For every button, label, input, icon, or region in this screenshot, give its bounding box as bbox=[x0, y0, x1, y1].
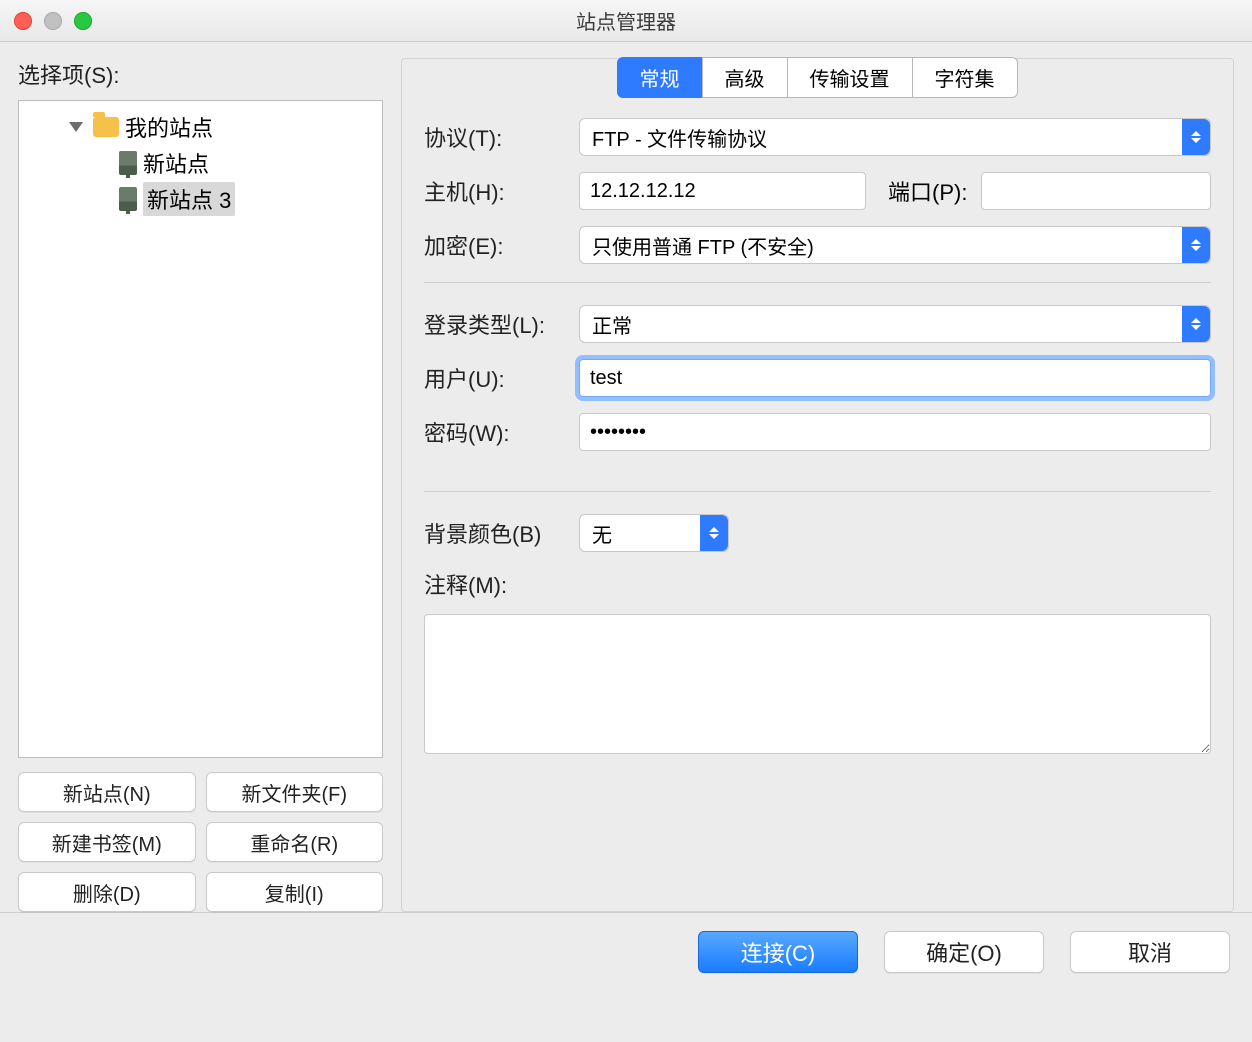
tab-advanced[interactable]: 高级 bbox=[702, 57, 788, 98]
tree-root[interactable]: 我的站点 bbox=[19, 109, 382, 145]
tree-item-label: 新站点 bbox=[143, 147, 209, 179]
new-folder-button[interactable]: 新文件夹(F) bbox=[206, 772, 384, 812]
port-label: 端口(P): bbox=[888, 175, 967, 207]
encryption-select[interactable]: 只使用普通 FTP (不安全) bbox=[579, 226, 1211, 264]
server-icon bbox=[119, 187, 137, 211]
tree-item-label: 新站点 3 bbox=[143, 182, 235, 216]
tree-item-selected[interactable]: 新站点 3 bbox=[19, 181, 382, 217]
host-input[interactable] bbox=[579, 172, 866, 210]
folder-icon bbox=[93, 117, 119, 137]
footer: 连接(C) 确定(O) 取消 bbox=[0, 912, 1252, 991]
connect-button[interactable]: 连接(C) bbox=[698, 931, 858, 973]
bgcolor-select[interactable]: 无 bbox=[579, 514, 729, 552]
copy-button[interactable]: 复制(I) bbox=[206, 872, 384, 912]
chevron-updown-icon bbox=[700, 515, 728, 551]
tab-charset[interactable]: 字符集 bbox=[912, 57, 1018, 98]
chevron-updown-icon bbox=[1182, 119, 1210, 155]
new-bookmark-button[interactable]: 新建书签(M) bbox=[18, 822, 196, 862]
site-tree[interactable]: 我的站点 新站点 新站点 3 bbox=[18, 100, 383, 758]
new-site-button[interactable]: 新站点(N) bbox=[18, 772, 196, 812]
tabs: 常规 高级 传输设置 字符集 bbox=[424, 57, 1211, 98]
bgcolor-label: 背景颜色(B) bbox=[424, 517, 579, 549]
user-input[interactable] bbox=[579, 359, 1211, 397]
divider bbox=[424, 491, 1211, 492]
titlebar: 站点管理器 bbox=[0, 0, 1252, 42]
divider bbox=[424, 282, 1211, 283]
right-panel: 常规 高级 传输设置 字符集 协议(T): FTP - 文件传输协议 主机(H)… bbox=[401, 58, 1234, 912]
protocol-label: 协议(T): bbox=[424, 121, 579, 153]
logon-type-value: 正常 bbox=[592, 310, 632, 339]
cancel-button[interactable]: 取消 bbox=[1070, 931, 1230, 973]
protocol-select[interactable]: FTP - 文件传输协议 bbox=[579, 118, 1211, 156]
window-title: 站点管理器 bbox=[0, 6, 1252, 35]
comment-label: 注释(M): bbox=[424, 568, 507, 600]
tab-transfer[interactable]: 传输设置 bbox=[787, 57, 913, 98]
chevron-updown-icon bbox=[1182, 306, 1210, 342]
chevron-down-icon[interactable] bbox=[69, 122, 83, 132]
tree-item[interactable]: 新站点 bbox=[19, 145, 382, 181]
server-icon bbox=[119, 151, 137, 175]
password-label: 密码(W): bbox=[424, 416, 579, 448]
port-input[interactable] bbox=[981, 172, 1211, 210]
encryption-label: 加密(E): bbox=[424, 229, 579, 261]
user-label: 用户(U): bbox=[424, 362, 579, 394]
host-label: 主机(H): bbox=[424, 175, 579, 207]
rename-button[interactable]: 重命名(R) bbox=[206, 822, 384, 862]
ok-button[interactable]: 确定(O) bbox=[884, 931, 1044, 973]
tree-root-label: 我的站点 bbox=[125, 111, 213, 143]
logon-type-label: 登录类型(L): bbox=[424, 308, 579, 340]
delete-button[interactable]: 删除(D) bbox=[18, 872, 196, 912]
bgcolor-value: 无 bbox=[592, 519, 612, 548]
protocol-value: FTP - 文件传输协议 bbox=[592, 123, 767, 152]
encryption-value: 只使用普通 FTP (不安全) bbox=[592, 231, 814, 260]
comment-textarea[interactable] bbox=[424, 614, 1211, 754]
logon-type-select[interactable]: 正常 bbox=[579, 305, 1211, 343]
password-input[interactable] bbox=[579, 413, 1211, 451]
chevron-updown-icon bbox=[1182, 227, 1210, 263]
tab-general[interactable]: 常规 bbox=[617, 57, 703, 98]
select-label: 选择项(S): bbox=[18, 58, 383, 90]
